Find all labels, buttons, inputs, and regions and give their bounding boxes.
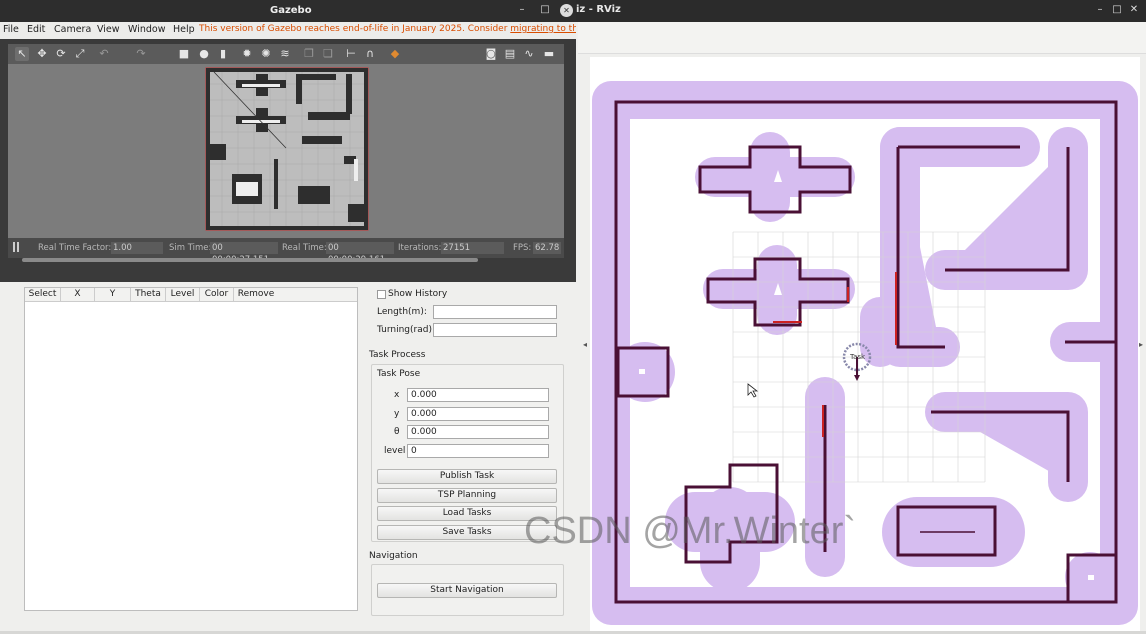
y-label: y (394, 409, 400, 419)
select-mode-icon[interactable]: ↖ (15, 47, 29, 61)
column-header-color[interactable]: Color (200, 288, 234, 302)
eol-migration-link[interactable]: migrating to the new Gaz (510, 24, 576, 34)
task-pose-title: Task Pose (377, 369, 421, 379)
sim-time-value: 00 00:00:27.151 (210, 242, 278, 265)
align-icon[interactable]: ⊢ (344, 47, 358, 61)
translate-mode-icon[interactable]: ✥ (35, 47, 49, 61)
maximize-icon[interactable]: □ (1110, 3, 1124, 17)
iterations-value: 27151 (441, 242, 504, 254)
menu-file[interactable]: File (3, 24, 19, 35)
theta-label: θ (394, 427, 400, 437)
directional-light-icon[interactable]: ≋ (278, 47, 292, 61)
box-shape-icon[interactable]: ■ (177, 47, 191, 61)
watermark: CSDN @Mr.Winter` (524, 510, 857, 552)
column-header-level[interactable]: Level (166, 288, 200, 302)
turning-input[interactable] (433, 323, 557, 337)
close-icon[interactable]: ✕ (1127, 3, 1141, 17)
task-process-title: Task Process (369, 350, 426, 360)
menu-camera[interactable]: Camera (54, 24, 91, 35)
iterations-label: Iterations: (398, 243, 442, 253)
sim-time-label: Sim Time: (169, 243, 212, 253)
menu-view[interactable]: View (97, 24, 120, 35)
gazebo-window-title: Gazebo (270, 5, 312, 16)
plot-icon[interactable]: ∿ (522, 47, 536, 61)
rtf-label: Real Time Factor: (38, 243, 112, 253)
column-header-remove[interactable]: Remove (234, 288, 278, 302)
log-data-icon[interactable]: ▤ (503, 47, 517, 61)
gazebo-minimize-icon[interactable]: – (515, 3, 529, 17)
rviz-window-title: iz - RViz (576, 4, 621, 15)
column-header-theta[interactable]: Theta (131, 288, 166, 302)
fps-value: 62.78 (533, 242, 561, 254)
change-view-icon[interactable]: ◆ (388, 47, 402, 61)
spot-light-icon[interactable]: ✺ (259, 47, 273, 61)
show-history-label: Show History (388, 289, 448, 299)
undo-icon[interactable]: ↶ (97, 47, 111, 61)
turning-label: Turning(rad): (377, 325, 435, 335)
gazebo-horizontal-scrollbar[interactable] (22, 258, 478, 262)
pause-icon[interactable] (13, 242, 19, 252)
snap-icon[interactable]: ∩ (363, 47, 377, 61)
start-navigation-button[interactable]: Start Navigation (377, 583, 557, 598)
eol-notice: This version of Gazebo reaches end-of-li… (199, 24, 576, 34)
copy-icon[interactable]: ❐ (302, 47, 316, 61)
cylinder-shape-icon[interactable]: ▮ (216, 47, 230, 61)
length-label: Length(m): (377, 307, 427, 317)
column-header-select[interactable]: Select (25, 288, 61, 302)
robot-label: Task (849, 353, 866, 361)
publish-task-button[interactable]: Publish Task (377, 469, 557, 484)
screenshot-icon[interactable]: ◙ (484, 47, 498, 61)
real-time-value: 00 00:00:29.161 (326, 242, 394, 265)
real-time-label: Real Time: (282, 243, 327, 253)
scale-mode-icon[interactable]: ⤢ (73, 47, 87, 61)
navigation-title: Navigation (369, 551, 418, 561)
length-input[interactable] (433, 305, 557, 319)
redo-icon[interactable]: ↷ (134, 47, 148, 61)
paste-icon[interactable]: ❏ (321, 47, 335, 61)
gazebo-close-icon[interactable]: ✕ (560, 4, 573, 17)
fps-label: FPS: (513, 243, 532, 253)
level-input[interactable]: 0 (407, 444, 549, 458)
show-history-checkbox[interactable] (377, 290, 386, 299)
column-header-y[interactable]: Y (95, 288, 131, 302)
collapse-right-icon[interactable]: ▸ (1139, 340, 1143, 349)
tsp-planning-button[interactable]: TSP Planning (377, 488, 557, 503)
y-input[interactable]: 0.000 (407, 407, 549, 421)
point-light-icon[interactable]: ✹ (240, 47, 254, 61)
gazebo-maximize-icon[interactable]: □ (538, 3, 552, 17)
x-input[interactable]: 0.000 (407, 388, 549, 402)
menu-help[interactable]: Help (173, 24, 195, 35)
gazebo-3d-viewport[interactable] (8, 64, 564, 238)
cursor-icon (747, 383, 759, 398)
rotate-mode-icon[interactable]: ⟳ (54, 47, 68, 61)
collapse-left-icon[interactable]: ◂ (583, 340, 587, 349)
eol-notice-text: This version of Gazebo reaches end-of-li… (199, 24, 511, 34)
rtf-value: 1.00 (111, 242, 163, 254)
menu-window[interactable]: Window (128, 24, 165, 35)
waypoint-table[interactable] (24, 287, 358, 611)
minimize-icon[interactable]: – (1093, 3, 1107, 17)
x-label: x (394, 390, 400, 400)
video-record-icon[interactable]: ▬ (542, 47, 556, 61)
column-header-x[interactable]: X (61, 288, 95, 302)
menu-edit[interactable]: Edit (27, 24, 45, 35)
level-label: level (384, 446, 406, 456)
rviz-toolbar (578, 22, 1146, 54)
sphere-shape-icon[interactable]: ● (197, 47, 211, 61)
theta-input[interactable]: 0.000 (407, 425, 549, 439)
waypoint-table-header: Select X Y Theta Level Color Remove (25, 288, 357, 302)
gazebo-scene-svg[interactable] (8, 64, 564, 238)
